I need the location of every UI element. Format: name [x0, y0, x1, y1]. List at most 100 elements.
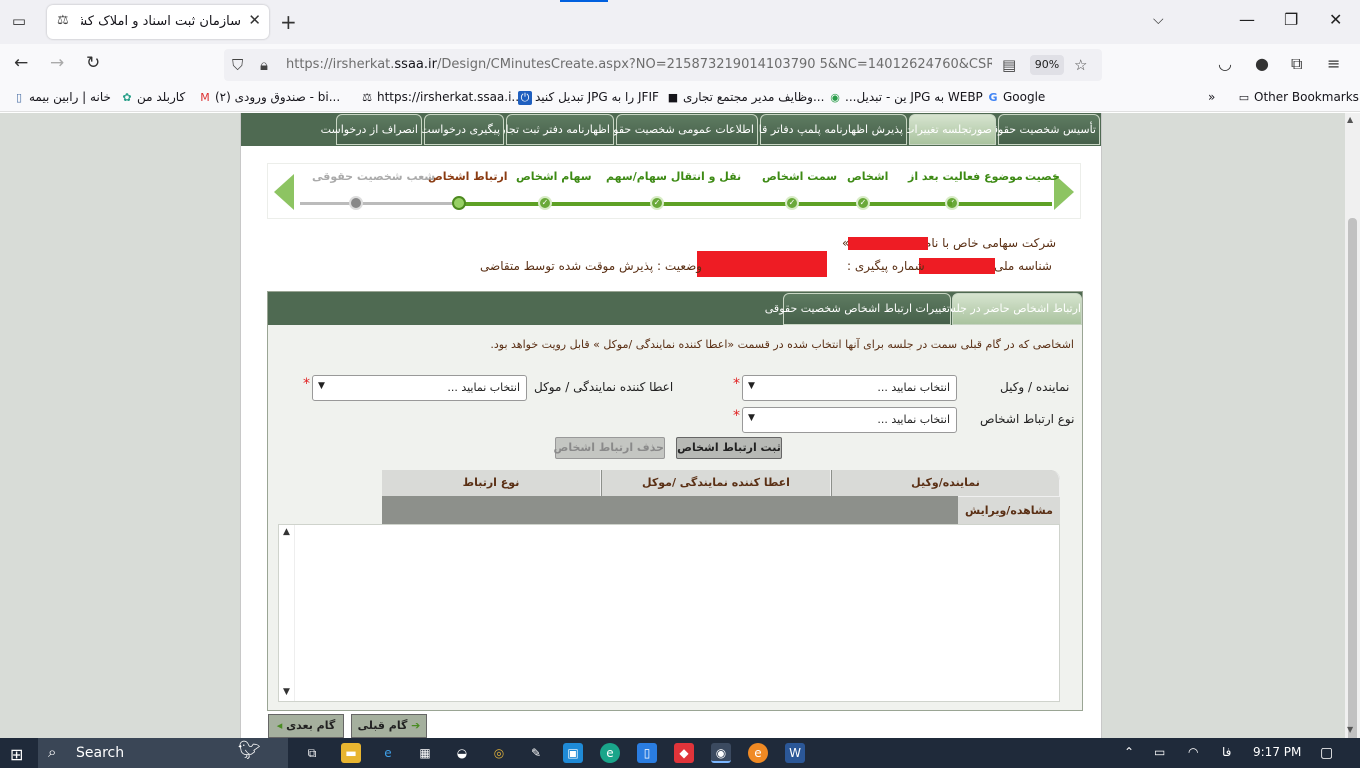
bookmark-item[interactable]: ⚖ https://irsherkat.ssaa.i... [360, 90, 523, 105]
language-indicator[interactable]: فا [1222, 745, 1231, 759]
bookmark-item[interactable]: ▯ خانه | رابین بیمه [12, 90, 111, 105]
new-tab-button[interactable]: + [280, 10, 297, 34]
google-icon: G [988, 90, 998, 104]
account-icon[interactable]: ● [1255, 54, 1269, 73]
wizard-step-check-icon[interactable]: ✓ [650, 196, 664, 210]
other-bookmarks[interactable]: ▭ Other Bookmarks [1237, 90, 1359, 105]
close-window-button[interactable]: ✕ [1329, 10, 1342, 29]
scrollbar-thumb[interactable] [1348, 218, 1357, 758]
clock[interactable]: 9:17 PM [1253, 745, 1301, 759]
file-explorer-icon[interactable]: ▬ [341, 743, 361, 763]
wizard-step-check-icon[interactable]: ✓ [538, 196, 552, 210]
windows-start-icon[interactable]: ⊞ [10, 745, 23, 764]
col-grantor[interactable]: اعطا کننده نمایندگی /موکل [602, 470, 831, 496]
phone-icon[interactable]: ▯ [637, 743, 657, 763]
bookmark-item[interactable]: ◉ ...ین - تبدیل JPG به WEBP [828, 90, 983, 105]
scroll-down-icon[interactable]: ▼ [283, 687, 290, 697]
col-view-edit[interactable]: مشاهده/ویرایش [958, 496, 1060, 524]
reload-button[interactable]: ↻ [86, 53, 100, 73]
menu-tab-commercial-register[interactable]: اظهارنامه دفتر ثبت تجارتی [488, 114, 614, 145]
grid-scrollbar[interactable]: ▲ ▼ [279, 525, 295, 701]
wizard-step-check-icon[interactable]: ✓ [856, 196, 870, 210]
scroll-up-icon[interactable]: ▲ [1347, 115, 1353, 124]
grantor-select[interactable]: انتخاب نمایید ... ▼ [312, 375, 527, 401]
tab-overview-icon[interactable]: ▭ [8, 12, 30, 32]
app-icon[interactable]: ◒ [452, 743, 472, 763]
more-bookmarks-chevron-icon[interactable]: » [1208, 90, 1215, 104]
zoom-level[interactable]: 90% [1030, 55, 1064, 75]
bookmark-item[interactable]: ■ وظایف مدیر مجتمع تجاری... [666, 90, 825, 105]
chrome-icon[interactable]: ◎ [489, 743, 509, 763]
store-icon[interactable]: ▣ [563, 743, 583, 763]
extensions-icon[interactable]: ⧉ [1291, 54, 1302, 74]
delete-relation-button[interactable]: حذف ارتباط اشخاص [554, 437, 665, 459]
battery-icon[interactable]: ▭ [1154, 745, 1165, 759]
redacted-company-name [848, 237, 928, 250]
paint-icon[interactable]: ✎ [526, 743, 546, 763]
convert-icon: ◉ [830, 90, 840, 104]
wizard-step-current-dot[interactable] [452, 196, 466, 210]
scroll-up-icon[interactable]: ▲ [283, 527, 290, 537]
menu-tab-establish[interactable]: تأسیس شخصیت حقوقی [984, 114, 1100, 145]
url-bar[interactable]: ⛉ 🔒︎ https://irsherkat.ssaa.ir/Design/CM… [224, 49, 1102, 81]
tab-loading-indicator [560, 0, 608, 2]
winrar-icon[interactable]: ▦ [415, 743, 435, 763]
redacted-national-id [919, 258, 995, 274]
representative-select[interactable]: انتخاب نمایید ... ▼ [742, 375, 957, 401]
bookmark-star-icon[interactable]: ☆ [1074, 56, 1087, 74]
reader-view-icon[interactable]: ▤ [1002, 56, 1016, 74]
close-tab-icon[interactable]: ✕ [248, 11, 261, 29]
wifi-icon[interactable]: ◠ [1188, 745, 1198, 759]
power-icon: ⏻ [518, 90, 532, 105]
anydesk-icon[interactable]: ◆ [674, 743, 694, 763]
wizard-step-pending-dot[interactable] [349, 196, 363, 210]
edge-icon[interactable]: e [600, 743, 620, 763]
prev-step-button[interactable]: ➔ گام قبلی [351, 714, 427, 738]
next-step-button[interactable]: گام بعدی ◂ [268, 714, 344, 738]
menu-tab-cancel-request[interactable]: انصراف از درخواست [321, 114, 422, 145]
word-icon[interactable]: W [785, 743, 805, 763]
wizard-prev-arrow-icon[interactable] [274, 174, 294, 210]
bookmark-item[interactable]: ⏻ تبدیل کنید JPG را به JFIF [518, 90, 659, 105]
firefox-icon[interactable]: ◉ [711, 743, 731, 763]
tab-relation-changes[interactable]: تغییرات ارتباط اشخاص شخصیت حقوقی [765, 293, 951, 325]
scroll-down-icon[interactable]: ▼ [1347, 725, 1353, 734]
col-representative[interactable]: نماینده/وکیل [832, 470, 1060, 496]
tab-present-persons-relations[interactable]: ارتباط اشخاص حاضر در جلسه [941, 293, 1082, 325]
notifications-icon[interactable]: ▢ [1320, 745, 1333, 761]
wizard-step-label: سهام اشخاص [516, 170, 592, 183]
browser-tab-bar: ▭ ⚖ سازمان ثبت اسناد و املاک کشور ✕ + ⌵ … [0, 0, 1360, 44]
required-asterisk: * [733, 408, 740, 424]
pocket-icon[interactable]: ◡ [1218, 54, 1232, 73]
restore-button[interactable]: ❐ [1284, 10, 1298, 29]
task-view-icon[interactable]: ⧉ [302, 743, 322, 763]
relation-type-select[interactable]: انتخاب نمایید ... ▼ [742, 407, 957, 433]
internet-explorer-icon[interactable]: e [378, 743, 398, 763]
page-scrollbar[interactable]: ▲ ▼ [1345, 113, 1360, 758]
menu-tab-general-info[interactable]: اطلاعات عمومی شخصیت حقوقی [599, 114, 758, 145]
tray-chevron-icon[interactable]: ⌃ [1124, 745, 1134, 759]
bookmark-item[interactable]: M (۲) صندوق ورودی - bi... [198, 90, 340, 105]
bookmark-item[interactable]: G Google [986, 90, 1045, 105]
forward-button[interactable]: → [50, 53, 64, 73]
minimize-button[interactable]: — [1239, 10, 1255, 29]
browser-icon[interactable]: e [748, 743, 768, 763]
menu-icon[interactable]: ≡ [1327, 54, 1340, 73]
browser-tab[interactable]: ⚖ سازمان ثبت اسناد و املاک کشور ✕ [47, 5, 269, 39]
menu-tab-track-request[interactable]: پیگیری درخواست [420, 114, 504, 145]
menu-tab-minutes[interactable]: صورتجلسه تغییرات [904, 114, 996, 145]
url-text[interactable]: https://irsherkat.ssaa.ir/Design/CMinute… [286, 57, 992, 75]
menu-tab-seal-books[interactable]: پذیرش اظهارنامه پلمپ دفاتر قانونی [738, 114, 907, 145]
lock-icon[interactable]: 🔒︎ [260, 56, 268, 74]
representative-label: نماینده / وکیل [1000, 380, 1070, 394]
arrow-left-icon: ◂ [276, 719, 287, 732]
register-relation-button[interactable]: ثبت ارتباط اشخاص [676, 437, 782, 459]
grantor-label: اعطا کننده نمایندگی / موکل [534, 380, 674, 394]
taskbar-search[interactable]: ⌕ Search 🐦︎ [38, 738, 288, 768]
col-relation-type[interactable]: نوع ارتباط [382, 470, 601, 496]
list-all-tabs-icon[interactable]: ⌵ [1153, 12, 1164, 28]
shield-icon[interactable]: ⛉ [232, 56, 243, 74]
bookmark-item[interactable]: ✿ کاربلد من [120, 90, 185, 105]
back-button[interactable]: ← [14, 53, 28, 73]
wizard-step-check-icon[interactable]: ✓ [785, 196, 799, 210]
